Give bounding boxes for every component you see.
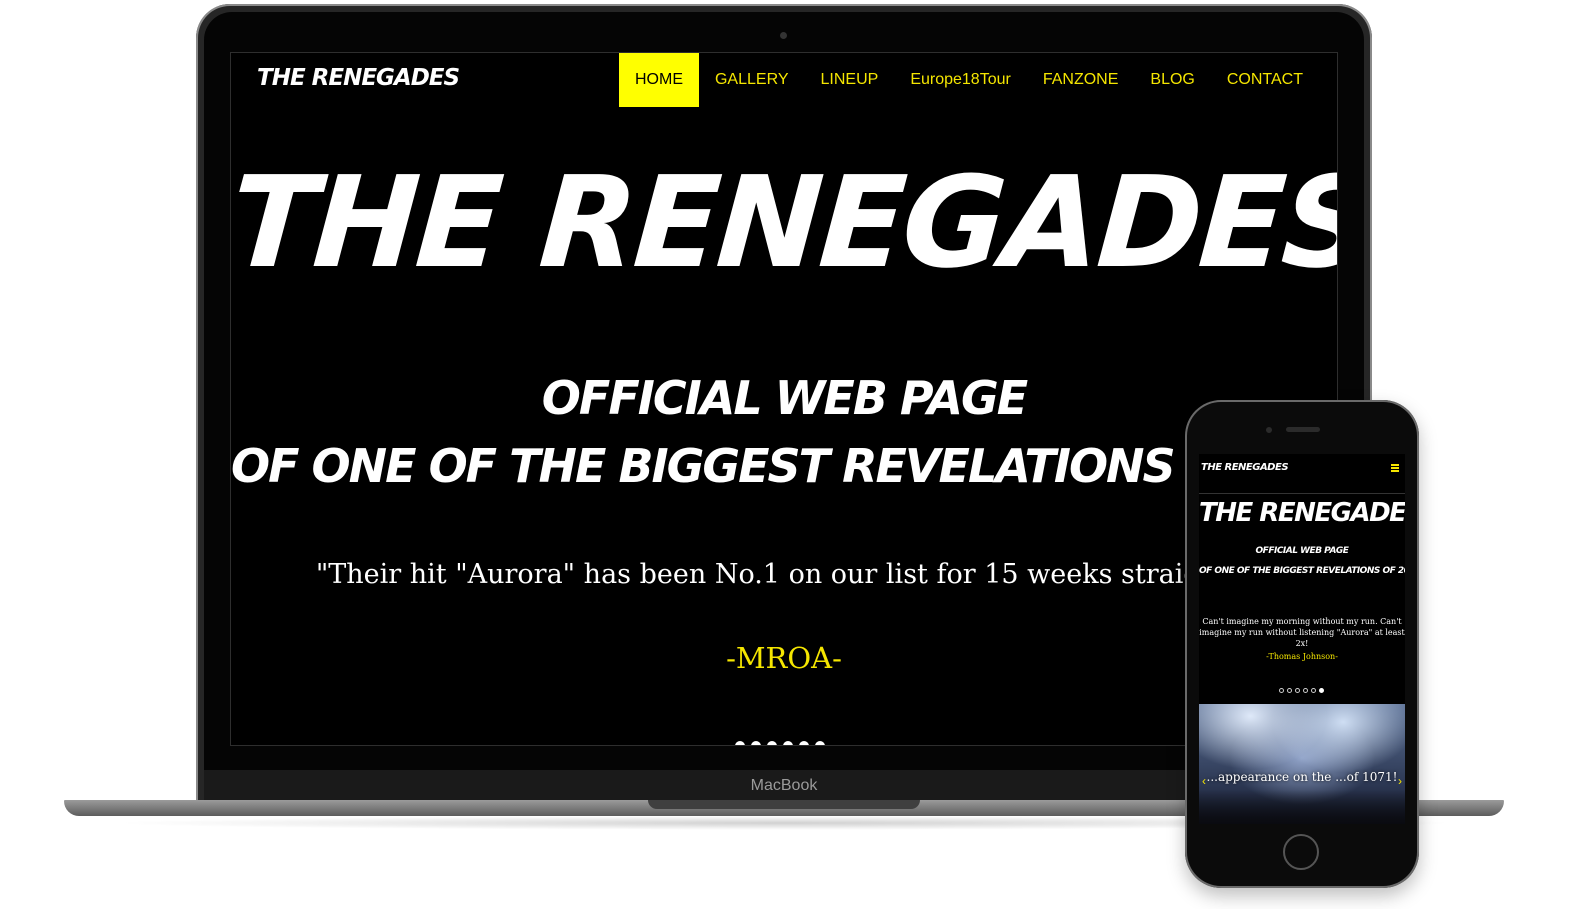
nav-item-europe18tour[interactable]: Europe18Tour — [894, 53, 1027, 107]
phone-home-button[interactable] — [1283, 834, 1319, 870]
mobile-brand-logo[interactable]: THE RENEGADES — [1201, 462, 1289, 473]
mobile-hero-title: THE RENEGADES — [1199, 498, 1405, 528]
site-brand-logo[interactable]: THE RENEGADES — [257, 65, 460, 91]
slider-dot[interactable] — [783, 741, 793, 745]
mobile-header-divider — [1199, 493, 1405, 494]
slider-dot[interactable] — [767, 741, 777, 745]
hero-title: THE RENEGADES — [230, 149, 1338, 296]
mobile-slider-dots — [1279, 688, 1324, 693]
laptop-base-notch — [648, 800, 920, 809]
testimonial-quote: "Their hit "Aurora" has been No.1 on our… — [315, 559, 1253, 590]
mobile-slider-dot[interactable] — [1287, 688, 1292, 693]
mobile-slider-dot-active[interactable] — [1319, 688, 1324, 693]
mobile-slider-dot[interactable] — [1279, 688, 1284, 693]
nav-item-gallery[interactable]: GALLERY — [699, 53, 805, 107]
camera-icon — [780, 32, 787, 39]
slider-dot[interactable] — [751, 741, 761, 745]
mobile-slider-dot[interactable] — [1311, 688, 1316, 693]
hero-subtitle-line1: OFFICIAL WEB PAGE — [541, 371, 1028, 425]
main-nav: HOME GALLERY LINEUP Europe18Tour FANZONE… — [618, 53, 1319, 107]
mobile-slider-dot[interactable] — [1303, 688, 1308, 693]
hero-subtitle-line2: OF ONE OF THE BIGGEST REVELATIONS OF 201… — [231, 439, 1338, 493]
phone-speaker — [1286, 427, 1320, 432]
concert-crowd — [1199, 790, 1405, 824]
nav-item-lineup[interactable]: LINEUP — [805, 53, 895, 107]
mobile-testimonial-quote: Can't imagine my morning without my run.… — [1199, 617, 1405, 648]
phone-screen: THE RENEGADES THE RENEGADES OFFICIAL WEB… — [1199, 454, 1405, 824]
slider-dots — [735, 741, 825, 745]
testimonial-attribution: -MROA- — [726, 641, 842, 675]
nav-item-home[interactable]: HOME — [618, 53, 699, 107]
mobile-testimonial-attribution: -Thomas Johnson- — [1266, 652, 1338, 661]
mobile-hero-subtitle-line2: OF ONE OF THE BIGGEST REVELATIONS OF 201… — [1199, 566, 1405, 576]
slider-dot[interactable] — [815, 741, 825, 745]
mobile-slider-dot[interactable] — [1295, 688, 1300, 693]
photo-caption: ...appearance on the ...of 1071! — [1206, 770, 1398, 784]
hamburger-menu-icon[interactable] — [1391, 464, 1399, 472]
slider-dot[interactable] — [735, 741, 745, 745]
nav-item-blog[interactable]: BLOG — [1134, 53, 1210, 107]
phone-camera-icon — [1266, 427, 1272, 433]
nav-item-fanzone[interactable]: FANZONE — [1027, 53, 1135, 107]
laptop-screen: THE RENEGADES HOME GALLERY LINEUP Europe… — [230, 52, 1338, 746]
concert-photo: ‹ › ...appearance on the ...of 1071! — [1199, 704, 1405, 824]
slider-dot[interactable] — [799, 741, 809, 745]
mobile-hero-subtitle-line1: OFFICIAL WEB PAGE — [1255, 546, 1349, 556]
nav-item-contact[interactable]: CONTACT — [1211, 53, 1319, 107]
